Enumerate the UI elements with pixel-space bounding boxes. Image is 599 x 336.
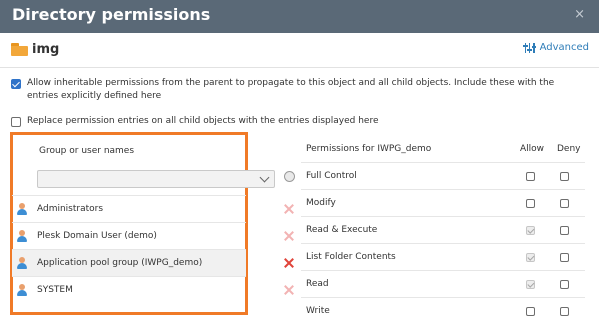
permission-row: Read & Execute xyxy=(301,216,585,243)
permission-label: Write xyxy=(306,306,330,316)
folder-icon xyxy=(11,42,28,56)
user-icon xyxy=(16,257,28,269)
deny-checkbox[interactable] xyxy=(560,199,569,208)
permission-label: Modify xyxy=(306,198,336,208)
remove-user-icon[interactable] xyxy=(284,258,294,268)
user-row[interactable]: Plesk Domain User (demo) xyxy=(12,222,246,249)
user-select-dropdown[interactable] xyxy=(37,170,275,188)
permission-label: Read & Execute xyxy=(306,225,378,235)
remove-user-icon[interactable] xyxy=(284,231,294,241)
deny-checkbox[interactable] xyxy=(560,172,569,181)
sliders-icon xyxy=(523,42,536,53)
inherit-permissions-label: Allow inheritable permissions from the p… xyxy=(27,78,555,101)
permission-row: List Folder Contents xyxy=(301,243,585,270)
divider xyxy=(0,67,599,68)
replace-permissions-option[interactable]: Replace permission entries on all child … xyxy=(11,115,571,128)
permission-row: Write xyxy=(301,297,585,324)
object-name: img xyxy=(32,41,60,57)
user-icon xyxy=(16,284,28,296)
user-icon xyxy=(16,230,28,242)
allow-column-header: Allow xyxy=(520,144,545,154)
allow-checkbox-inherited xyxy=(526,280,535,289)
close-icon[interactable]: × xyxy=(574,8,585,22)
inherit-permissions-option[interactable]: Allow inheritable permissions from the p… xyxy=(11,77,571,103)
allow-checkbox[interactable] xyxy=(526,199,535,208)
replace-permissions-label: Replace permission entries on all child … xyxy=(27,116,379,126)
deny-checkbox[interactable] xyxy=(560,226,569,235)
user-icon xyxy=(16,203,28,215)
deny-checkbox[interactable] xyxy=(560,307,569,316)
object-header: img xyxy=(11,40,59,58)
permission-label: List Folder Contents xyxy=(306,252,396,262)
allow-checkbox[interactable] xyxy=(526,307,535,316)
advanced-link[interactable]: Advanced xyxy=(523,42,589,53)
replace-permissions-checkbox[interactable] xyxy=(11,117,21,127)
dialog-title: Directory permissions xyxy=(12,5,211,24)
permission-label: Read xyxy=(306,279,329,289)
user-name: Plesk Domain User (demo) xyxy=(37,231,157,241)
advanced-label: Advanced xyxy=(539,42,589,53)
allow-checkbox-inherited xyxy=(526,253,535,262)
allow-checkbox[interactable] xyxy=(526,172,535,181)
user-row-selected[interactable]: Application pool group (IWPG_demo) xyxy=(12,249,246,276)
dialog-titlebar: Directory permissions × xyxy=(0,0,599,33)
permission-row: Modify xyxy=(301,189,585,216)
inherit-permissions-checkbox[interactable] xyxy=(11,79,21,89)
permission-row: Full Control xyxy=(301,162,585,189)
deny-column-header: Deny xyxy=(557,144,581,154)
user-row[interactable]: Administrators xyxy=(12,195,246,222)
permission-label: Full Control xyxy=(306,171,357,181)
user-name: Application pool group (IWPG_demo) xyxy=(37,258,203,268)
remove-user-icon[interactable] xyxy=(284,285,294,295)
remove-user-icon[interactable] xyxy=(284,204,294,214)
deny-checkbox[interactable] xyxy=(560,253,569,262)
chevron-down-icon xyxy=(259,172,270,183)
deny-checkbox[interactable] xyxy=(560,280,569,289)
user-name: SYSTEM xyxy=(37,285,73,295)
allow-checkbox-inherited xyxy=(526,226,535,235)
users-header: Group or user names xyxy=(39,146,135,156)
permission-row: Read xyxy=(301,270,585,297)
permissions-header: Permissions for IWPG_demo xyxy=(306,144,432,154)
user-row[interactable]: SYSTEM xyxy=(12,276,246,303)
user-name: Administrators xyxy=(37,204,104,214)
user-select-radio[interactable] xyxy=(284,171,295,182)
